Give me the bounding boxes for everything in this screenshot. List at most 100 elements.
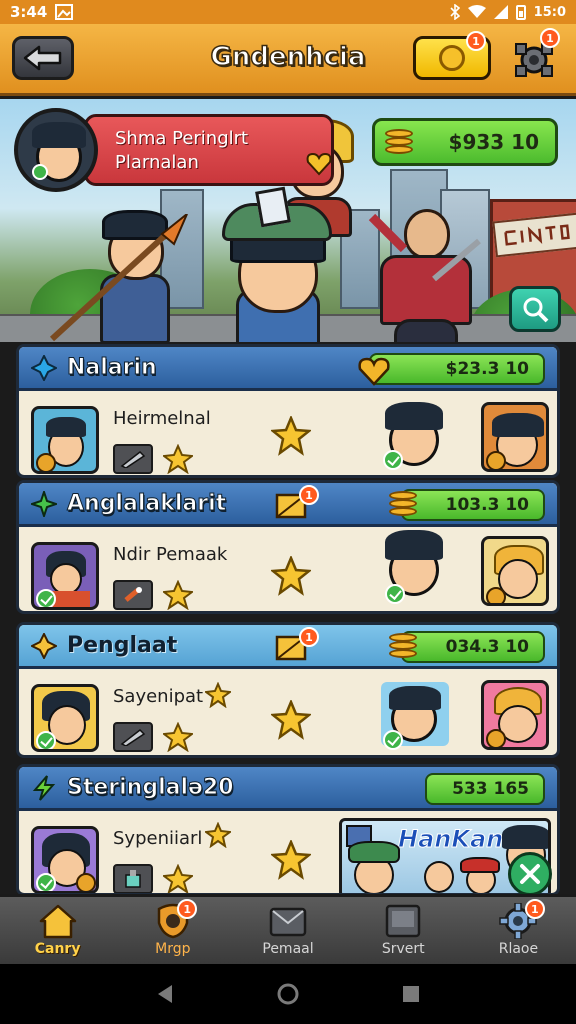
home-circle-icon[interactable] [276, 982, 300, 1006]
battery-icon [515, 4, 526, 20]
coin-shop-button[interactable]: 1 [413, 31, 491, 80]
app-root: 3:44 15:0 Gndenhcia 1 1 Shma Peringlrt P… [0, 0, 576, 1024]
mission-row[interactable]: Ndir Pemaak [19, 530, 557, 611]
item-slot [113, 580, 153, 610]
coin-stack-icon [385, 127, 413, 157]
settings-button[interactable]: 1 [510, 28, 560, 82]
shop-sign-lettering [504, 224, 570, 246]
star-icon [271, 416, 311, 456]
ally-portrait [381, 530, 447, 604]
character-thumbnail [31, 542, 99, 610]
character-thumbnail [31, 406, 99, 474]
coin-stack-icon [389, 631, 417, 661]
section-amount: 034.3 10 [445, 637, 529, 657]
mission-section: Penglaat 1 034.3 10 Sayenipat [16, 622, 560, 758]
notification-badge: 1 [466, 31, 486, 51]
section-header: Penglaat 1 034.3 10 [19, 625, 557, 669]
check-icon [36, 731, 56, 749]
wallet-balance[interactable]: $933 10 [372, 118, 558, 166]
character-thumbnail [31, 684, 99, 752]
section-reward[interactable]: 103.3 10 [389, 489, 545, 521]
heart-coin-icon [358, 357, 390, 386]
page-title: Gndenhcia [210, 41, 366, 73]
check-icon [383, 450, 403, 470]
notification-badge: 1 [177, 899, 198, 919]
section-reward[interactable]: $23.3 10 [358, 353, 545, 386]
section-title: Anglalaklarit [66, 491, 227, 517]
notification-badge: 1 [540, 28, 560, 48]
close-button[interactable] [508, 852, 552, 896]
search-icon [523, 297, 549, 323]
envelope-icon [269, 907, 307, 937]
section-title: Penglaat [67, 633, 178, 658]
diamond-star-icon [31, 354, 57, 381]
house-icon [39, 904, 76, 939]
bottom-navigation: Canry 1 Mrgp Pemaal Srvert 1 Rlaoe [0, 894, 576, 964]
spear-icon [49, 214, 188, 342]
heart-icon [306, 152, 332, 176]
ally-card [481, 402, 549, 472]
rank-icon [76, 873, 96, 891]
status-bar: 3:44 15:0 [0, 0, 576, 24]
ally-card [481, 680, 549, 750]
status-right-text: 15:0 [533, 4, 566, 20]
row-title: Ndir Pemaak [113, 544, 228, 565]
hero-character-brawler [364, 209, 484, 342]
weapon-slot [113, 444, 153, 474]
nav-label: Pemaal [262, 941, 314, 957]
search-button[interactable] [509, 286, 561, 332]
ally-portrait [381, 680, 449, 750]
coin-stack-icon [389, 489, 417, 519]
section-title: Steringlalə20 [67, 775, 235, 801]
mission-section: Steringlalə20 533 165 Sypeniiarl HanKan [16, 764, 560, 896]
rank-icon [486, 729, 506, 747]
signal-icon [493, 5, 508, 19]
mission-row[interactable]: Sayenipat [19, 672, 557, 755]
hero-character-leader [212, 186, 342, 342]
rank-icon [36, 453, 56, 471]
mission-row[interactable]: Heirmelnal [19, 394, 557, 475]
back-triangle-icon[interactable] [154, 983, 176, 1005]
section-reward[interactable]: 034.3 10 [389, 631, 545, 663]
nav-settings[interactable]: 1 Rlaoe [461, 897, 576, 964]
section-reward[interactable]: 533 165 [425, 773, 545, 805]
rank-icon [486, 587, 506, 603]
bone-icon [124, 587, 142, 602]
star-icon [271, 556, 311, 596]
profile-banner: Shma Peringlrt Plarnalan [84, 114, 334, 186]
player-profile-card[interactable]: Shma Peringlrt Plarnalan [14, 108, 334, 192]
notification-badge: 1 [299, 485, 319, 505]
star-icon [163, 444, 193, 474]
ally-card [481, 536, 549, 606]
section-header: Nalarin $23.3 10 [19, 347, 557, 391]
avatar[interactable] [14, 108, 98, 192]
dagger-icon [120, 451, 146, 468]
nav-server[interactable]: Srvert [346, 897, 461, 964]
section-header: Anglalaklarit 1 103.3 10 [19, 483, 557, 527]
coin-icon [439, 45, 465, 71]
back-button[interactable] [12, 36, 74, 80]
hero-character-warrior [49, 204, 192, 342]
back-arrow-icon [23, 45, 62, 71]
mission-row[interactable]: Sypeniiarl HanKan [19, 814, 557, 893]
star-icon [163, 864, 193, 893]
promo-label: HanKan [397, 825, 504, 854]
weapon-slot [113, 722, 153, 752]
section-header: Steringlalə20 533 165 [19, 767, 557, 811]
top-header: Gndenhcia 1 1 [0, 24, 576, 96]
nav-home[interactable]: Canry [0, 897, 115, 964]
character-thumbnail [31, 826, 99, 893]
check-icon [385, 584, 405, 604]
recents-square-icon[interactable] [400, 983, 422, 1005]
nav-mail[interactable]: Pemaal [230, 897, 345, 964]
ally-portrait [381, 400, 447, 470]
star-icon [205, 822, 231, 848]
row-title: Sayenipat [113, 686, 204, 707]
wallet-amount: $933 10 [448, 130, 539, 154]
nav-label: Rlaoe [498, 941, 539, 957]
section-title: Nalarin [67, 355, 158, 381]
nav-map[interactable]: 1 Mrgp [115, 897, 230, 964]
section-amount: 103.3 10 [445, 495, 529, 515]
nav-label: Srvert [381, 941, 425, 957]
row-title: Sypeniiarl [113, 828, 203, 849]
